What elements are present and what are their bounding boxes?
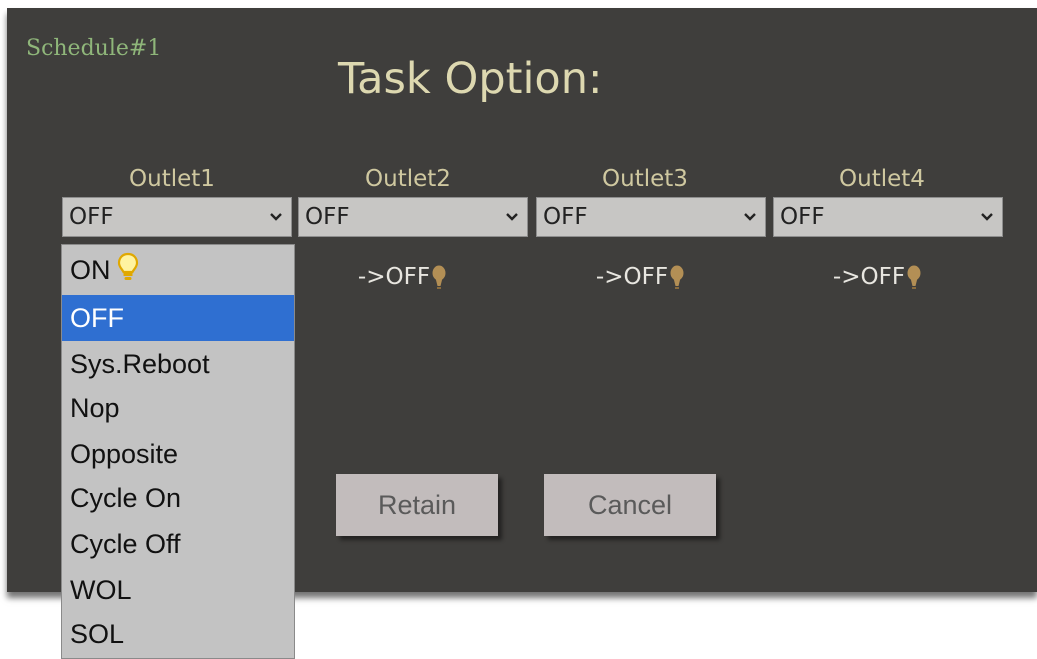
outlet4-select[interactable]: OFF — [773, 197, 1003, 237]
outlet2-select-value: OFF — [305, 204, 350, 230]
cancel-button[interactable]: Cancel — [544, 474, 716, 536]
outlet1-dropdown-list: ON OFF Sys.Reboot Nop Opposite Cycle On … — [61, 244, 295, 659]
outlet4-label: Outlet4 — [839, 166, 925, 192]
outlet4-state-text: ->OFF — [832, 264, 906, 290]
option-cycle-off[interactable]: Cycle Off — [62, 521, 294, 567]
outlet4-state: ->OFF — [759, 264, 995, 291]
chevron-down-icon — [744, 213, 756, 221]
lightbulb-filled-icon — [432, 265, 446, 289]
lightbulb-outline-icon — [117, 252, 138, 280]
outlet1-label: Outlet1 — [129, 166, 215, 192]
outlet2-state-text: ->OFF — [357, 264, 431, 290]
lightbulb-filled-icon — [907, 265, 921, 289]
option-cycle-on[interactable]: Cycle On — [62, 475, 294, 521]
outlet3-label: Outlet3 — [602, 166, 688, 192]
option-opposite[interactable]: Opposite — [62, 431, 294, 477]
option-sys-reboot[interactable]: Sys.Reboot — [62, 341, 294, 387]
option-off[interactable]: OFF — [62, 295, 294, 341]
schedule-label: Schedule#1 — [26, 36, 162, 61]
lightbulb-filled-icon — [670, 265, 684, 289]
outlet3-state-text: ->OFF — [595, 264, 669, 290]
outlet1-select[interactable]: OFF — [62, 197, 292, 237]
outlet2-state: ->OFF — [284, 264, 520, 291]
page-title: Task Option: — [338, 54, 603, 104]
chevron-down-icon — [270, 213, 282, 221]
outlet1-select-value: OFF — [69, 204, 114, 230]
outlet2-label: Outlet2 — [365, 166, 451, 192]
outlet2-select[interactable]: OFF — [298, 197, 528, 237]
option-nop[interactable]: Nop — [62, 385, 294, 431]
option-wol[interactable]: WOL — [62, 567, 294, 613]
outlet3-state: ->OFF — [522, 264, 758, 291]
option-on[interactable]: ON — [62, 247, 294, 293]
chevron-down-icon — [981, 213, 993, 221]
outlet3-select-value: OFF — [543, 204, 588, 230]
chevron-down-icon — [506, 213, 518, 221]
outlet3-select[interactable]: OFF — [536, 197, 766, 237]
option-on-label: ON — [70, 255, 111, 285]
retain-button[interactable]: Retain — [336, 474, 498, 536]
option-sol[interactable]: SOL — [62, 611, 294, 657]
outlet4-select-value: OFF — [780, 204, 825, 230]
